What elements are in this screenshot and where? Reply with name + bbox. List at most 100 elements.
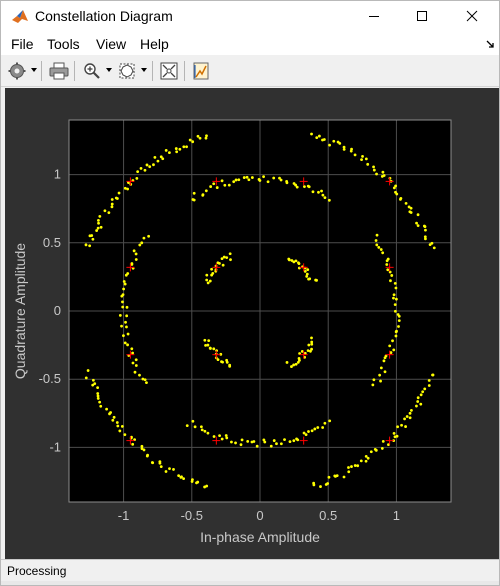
received-symbol-point	[323, 421, 327, 425]
received-symbol-point	[408, 210, 412, 214]
received-symbol-point	[91, 237, 95, 241]
received-symbol-point	[317, 190, 320, 194]
received-symbol-point	[91, 378, 95, 382]
received-symbol-point	[306, 268, 310, 272]
received-symbol-point	[312, 481, 316, 485]
received-symbol-point	[125, 305, 129, 309]
scale-axes-button[interactable]	[158, 60, 180, 82]
received-symbol-point	[135, 176, 139, 180]
received-symbol-point	[380, 447, 384, 450]
received-symbol-point	[310, 340, 314, 344]
received-symbol-point	[375, 172, 378, 176]
received-symbol-point	[107, 211, 111, 215]
menu-tools[interactable]: Tools	[47, 36, 80, 52]
received-symbol-point	[221, 360, 224, 364]
received-symbol-point	[272, 176, 276, 180]
status-bar: Processing	[1, 559, 499, 581]
received-symbol-point	[191, 419, 195, 423]
received-symbol-point	[182, 145, 186, 149]
received-symbol-point	[123, 186, 127, 190]
received-symbol-point	[304, 433, 308, 437]
received-symbol-point	[168, 151, 171, 155]
received-symbol-point	[317, 134, 321, 138]
minimize-button[interactable]	[351, 1, 397, 31]
received-symbol-point	[88, 234, 92, 238]
maximize-button[interactable]	[399, 1, 445, 31]
received-symbol-point	[310, 347, 313, 351]
received-symbol-point	[223, 183, 227, 187]
received-symbol-point	[307, 277, 310, 281]
received-symbol-point	[410, 409, 413, 412]
settings-dropdown-icon[interactable]	[31, 68, 37, 72]
received-symbol-point	[145, 381, 148, 385]
received-symbol-point	[121, 305, 125, 309]
received-symbol-point	[405, 415, 409, 418]
received-symbol-point	[188, 138, 192, 142]
received-symbol-point	[296, 438, 300, 442]
received-symbol-point	[142, 236, 146, 240]
received-symbol-point	[218, 434, 221, 438]
received-symbol-point	[374, 448, 378, 452]
window-title: Constellation Diagram	[35, 8, 173, 24]
received-symbol-point	[108, 412, 111, 416]
zoom-in-button[interactable]	[81, 60, 103, 82]
received-symbol-point	[285, 179, 289, 183]
received-symbol-point	[185, 424, 189, 427]
received-symbol-point	[240, 438, 244, 442]
received-symbol-point	[205, 134, 208, 138]
received-symbol-point	[225, 436, 229, 440]
received-symbol-point	[287, 257, 291, 261]
fit-to-view-button[interactable]	[116, 60, 138, 82]
settings-button[interactable]	[6, 60, 28, 82]
received-symbol-point	[220, 179, 224, 183]
fit-dropdown-icon[interactable]	[141, 68, 147, 72]
received-symbol-point	[347, 466, 350, 469]
constellation-plot[interactable]: -1 -0.5 0 0.5 1 1 0.5 0 -0.5 -1 In-phase Amplitude…	[5, 88, 499, 559]
received-symbol-point	[366, 456, 370, 460]
received-symbol-point	[143, 168, 147, 172]
x-tick-label: 0	[256, 508, 263, 523]
close-button[interactable]	[449, 1, 495, 31]
received-symbol-point	[323, 196, 327, 200]
x-tick-label: -0.5	[181, 508, 203, 523]
received-symbol-point	[96, 386, 100, 390]
title-bar[interactable]: Constellation Diagram	[1, 1, 499, 31]
received-symbol-point	[132, 249, 136, 253]
highlight-button[interactable]	[190, 60, 212, 82]
received-symbol-point	[307, 430, 310, 433]
received-symbol-point	[229, 258, 232, 262]
menu-help[interactable]: Help	[140, 36, 169, 52]
received-symbol-point	[297, 261, 300, 265]
received-symbol-point	[148, 165, 152, 169]
received-symbol-point	[118, 429, 122, 433]
menu-file[interactable]: File	[11, 36, 34, 52]
received-symbol-point	[98, 215, 102, 218]
received-symbol-point	[250, 176, 254, 179]
received-symbol-point	[404, 425, 407, 428]
received-symbol-point	[120, 424, 124, 428]
received-symbol-point	[152, 163, 155, 167]
dock-arrow-icon[interactable]	[485, 39, 495, 49]
received-symbol-point	[247, 178, 251, 182]
received-symbol-point	[234, 441, 237, 445]
received-symbol-point	[427, 384, 431, 387]
print-button[interactable]	[48, 60, 70, 82]
y-tick-label: -0.5	[39, 371, 61, 386]
received-symbol-point	[292, 439, 296, 443]
received-symbol-point	[403, 417, 406, 421]
menu-view[interactable]: View	[96, 36, 126, 52]
received-symbol-point	[209, 185, 213, 188]
received-symbol-point	[245, 175, 249, 179]
received-symbol-point	[378, 373, 382, 377]
received-symbol-point	[314, 278, 318, 282]
received-symbol-point	[227, 183, 231, 187]
received-symbol-point	[97, 221, 100, 225]
received-symbol-point	[381, 439, 385, 443]
received-symbol-point	[159, 155, 163, 159]
received-symbol-point	[360, 158, 363, 162]
received-symbol-point	[110, 202, 114, 206]
received-symbol-point	[180, 475, 183, 479]
received-symbol-point	[266, 180, 270, 184]
received-symbol-point	[212, 182, 216, 186]
zoom-dropdown-icon[interactable]	[106, 68, 112, 72]
